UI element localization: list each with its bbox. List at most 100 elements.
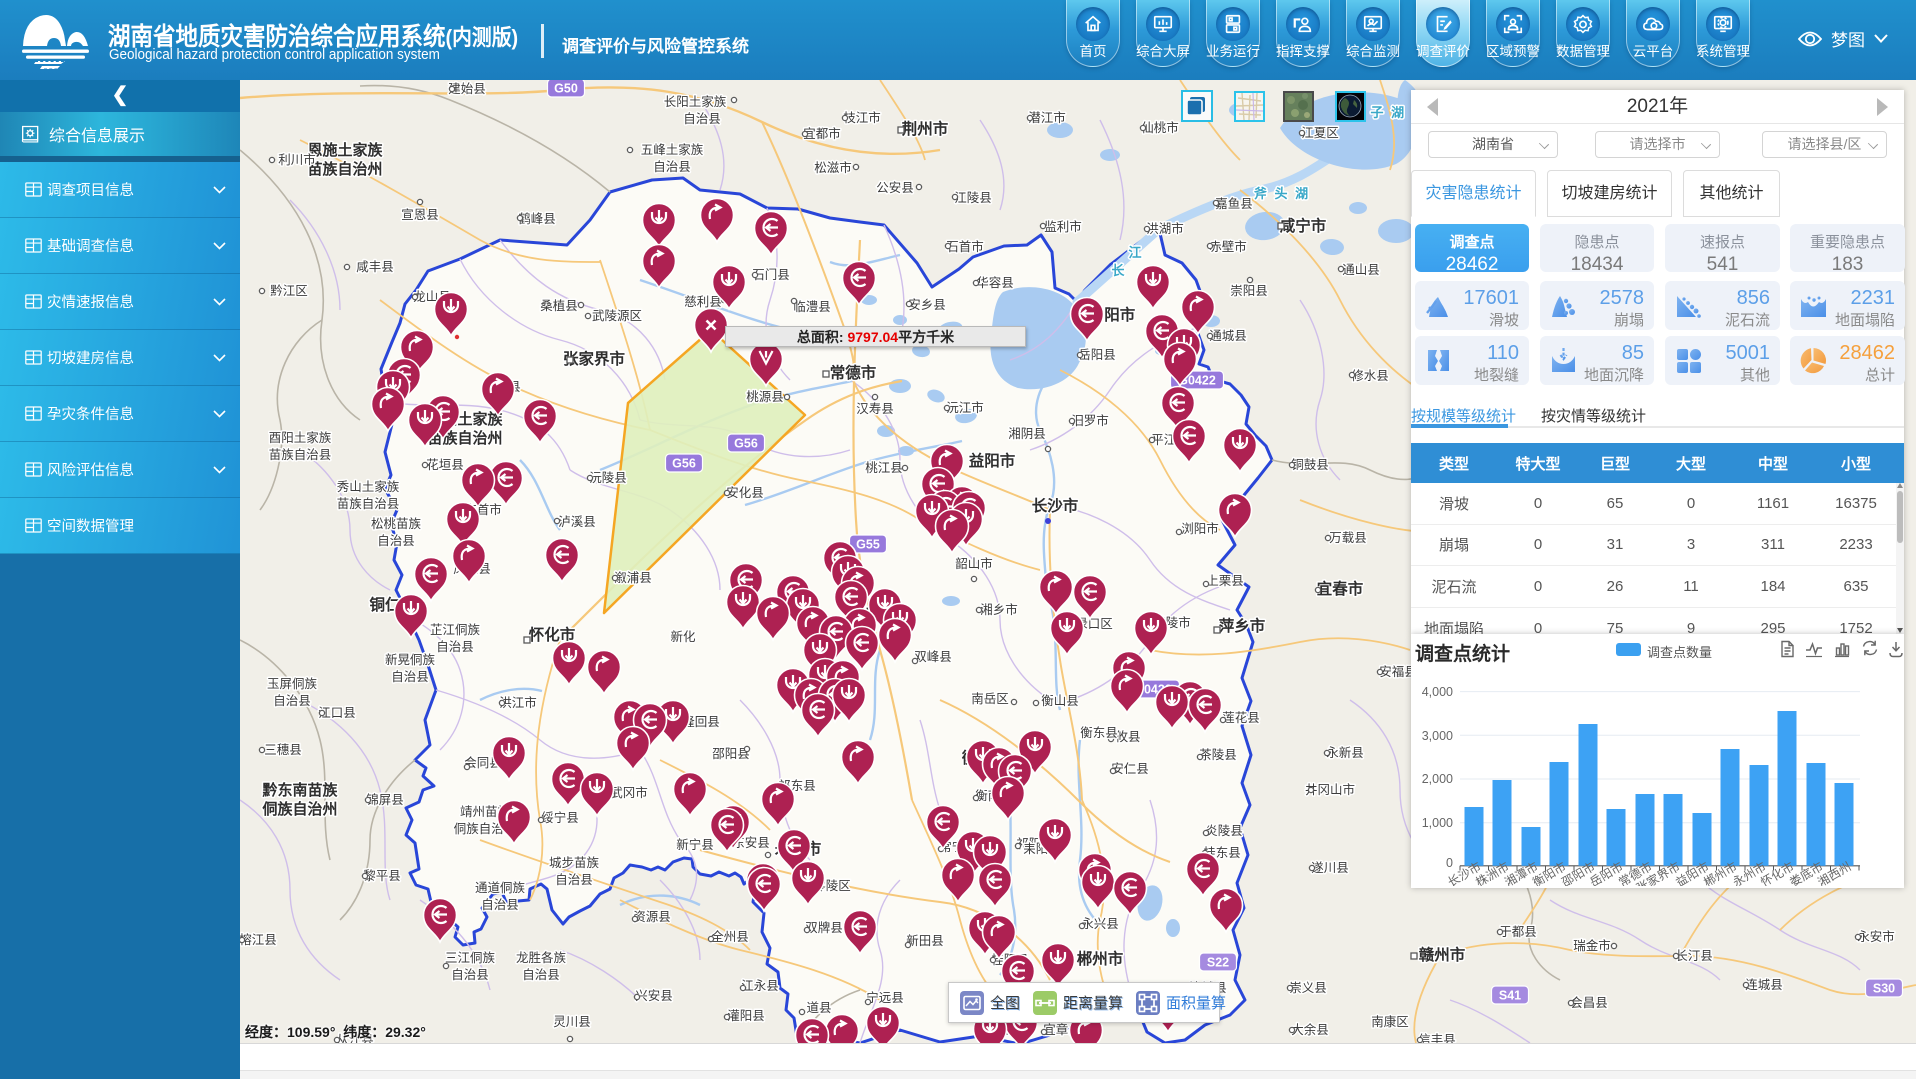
svg-text:玉屏侗族: 玉屏侗族 [267,677,318,691]
svg-text:会昌县: 会昌县 [1570,996,1608,1010]
svg-text:鹤峰县: 鹤峰县 [518,211,556,226]
svg-text:咸宁市: 咸宁市 [1280,216,1327,235]
svg-text:嘉鱼县: 嘉鱼县 [1215,197,1253,211]
svg-text:黎平县: 黎平县 [363,869,401,883]
svg-text:于都县: 于都县 [1499,925,1537,939]
svg-text:酉阳土家族: 酉阳土家族 [269,430,332,445]
svg-text:大余县: 大余县 [1291,1022,1329,1037]
svg-text:江夏区: 江夏区 [1301,126,1339,140]
svg-text:岳阳县: 岳阳县 [1078,348,1116,362]
svg-text:湘阴县: 湘阴县 [1008,426,1046,441]
svg-text:安仁县: 安仁县 [1111,761,1149,776]
svg-text:茶陵县: 茶陵县 [1199,747,1237,762]
svg-text:通城县: 通城县 [1209,329,1247,343]
svg-text:石首市: 石首市 [946,239,984,254]
svg-text:利川市: 利川市 [278,152,316,167]
svg-text:永安市: 永安市 [1857,929,1895,944]
svg-text:沅江市: 沅江市 [946,400,984,415]
svg-text:三穗县: 三穗县 [264,743,302,757]
svg-text:新田县: 新田县 [906,933,944,948]
svg-text:秀山土家族: 秀山土家族 [337,479,400,494]
svg-text:万载县: 万载县 [1329,531,1367,545]
svg-text:苗族自治县: 苗族自治县 [269,448,332,462]
svg-text:榕江县: 榕江县 [240,932,277,947]
svg-text:永新县: 永新县 [1326,745,1364,760]
svg-text:仙桃市: 仙桃市 [1141,120,1179,135]
svg-text:上栗县: 上栗县 [1206,574,1244,588]
svg-text:长: 长 [1111,263,1125,278]
svg-text:龙胜各族: 龙胜各族 [516,950,567,965]
svg-text:恩施土家族: 恩施土家族 [307,141,383,159]
svg-text:G56: G56 [734,437,758,451]
svg-text:3,000: 3,000 [1422,729,1453,743]
svg-text:崇阳县: 崇阳县 [1230,284,1268,298]
svg-text:衡东县: 衡东县 [1080,726,1118,740]
svg-text:公安县: 公安县 [876,180,914,195]
svg-text:荆州市: 荆州市 [902,119,949,138]
svg-text:新宁县: 新宁县 [676,837,714,852]
svg-text:连城县: 连城县 [1745,977,1783,992]
svg-text:自治县: 自治县 [391,670,429,684]
svg-text:攸县: 攸县 [1115,729,1140,744]
svg-text:双牌县: 双牌县 [805,920,843,935]
svg-text:宁远县: 宁远县 [866,990,904,1005]
svg-text:铜鼓县: 铜鼓县 [1291,457,1329,472]
svg-text:郴州市: 郴州市 [1077,949,1124,968]
svg-text:南康区: 南康区 [1371,1014,1409,1029]
svg-text:武冈市: 武冈市 [610,785,648,800]
svg-text:洪湖市: 洪湖市 [1146,221,1184,236]
svg-text:松滋市: 松滋市 [814,160,852,175]
svg-text:自治县: 自治县 [273,694,311,708]
svg-text:S41: S41 [1499,989,1521,1003]
svg-text:自治县: 自治县 [481,898,519,912]
svg-text:长阳土家族: 长阳土家族 [664,94,727,109]
svg-text:斧 头 湖: 斧 头 湖 [1254,186,1310,201]
svg-text:南岳区: 南岳区 [971,691,1009,706]
svg-text:五峰土家族: 五峰土家族 [641,142,704,157]
svg-text:1,000: 1,000 [1422,816,1453,830]
svg-text:汨罗市: 汨罗市 [1071,413,1109,428]
svg-text:江陵县: 江陵县 [954,191,992,205]
svg-text:自治县: 自治县 [522,968,560,982]
svg-text:莲花县: 莲花县 [1222,710,1260,725]
svg-text:安化县: 安化县 [726,485,764,500]
svg-text:新晃侗族: 新晃侗族 [385,652,436,667]
svg-text:自治县: 自治县 [451,968,489,982]
svg-text:道县: 道县 [806,1001,831,1015]
svg-text:长沙市: 长沙市 [1032,496,1079,515]
svg-text:通山县: 通山县 [1342,263,1380,277]
svg-text:江: 江 [1128,245,1141,260]
svg-text:常德市: 常德市 [830,363,877,382]
svg-text:宣恩县: 宣恩县 [401,207,439,222]
svg-text:遂川县: 遂川县 [1311,861,1349,875]
svg-text:长汀县: 长汀县 [1675,949,1713,963]
svg-text:2,000: 2,000 [1422,772,1453,786]
svg-text:灵川县: 灵川县 [553,1015,591,1029]
svg-text:G50: G50 [554,82,578,96]
svg-text:萍乡市: 萍乡市 [1219,616,1266,635]
svg-text:衡山县: 衡山县 [1041,694,1079,708]
svg-text:黔东南苗族: 黔东南苗族 [262,781,338,799]
svg-text:益阳市: 益阳市 [969,451,1016,470]
svg-text:慈利县: 慈利县 [684,294,722,309]
svg-text:侗族自治州: 侗族自治州 [261,800,337,818]
svg-text:永兴县: 永兴县 [1081,917,1119,931]
svg-text:S30: S30 [1873,982,1895,996]
svg-text:三江侗族: 三江侗族 [445,951,496,965]
svg-text:湘乡市: 湘乡市 [980,602,1018,617]
svg-text:芷江侗族: 芷江侗族 [430,623,481,637]
svg-text:安乡县: 安乡县 [908,297,946,312]
svg-text:绥宁县: 绥宁县 [541,810,579,825]
svg-text:监利市: 监利市 [1044,219,1082,234]
svg-text:新化: 新化 [670,629,696,644]
svg-text:信丰县: 信丰县 [1418,1033,1456,1043]
svg-text:韶山市: 韶山市 [955,556,993,571]
svg-text:汉寿县: 汉寿县 [856,402,894,416]
svg-text:沅陵县: 沅陵县 [589,471,627,485]
svg-text:自治县: 自治县 [555,873,593,887]
svg-text:S22: S22 [1207,956,1229,970]
svg-text:桑植县: 桑植县 [540,298,578,313]
svg-text:宜都市: 宜都市 [803,126,841,141]
svg-text:苗族自治州: 苗族自治州 [307,160,382,178]
svg-text:花垣县: 花垣县 [426,457,464,472]
